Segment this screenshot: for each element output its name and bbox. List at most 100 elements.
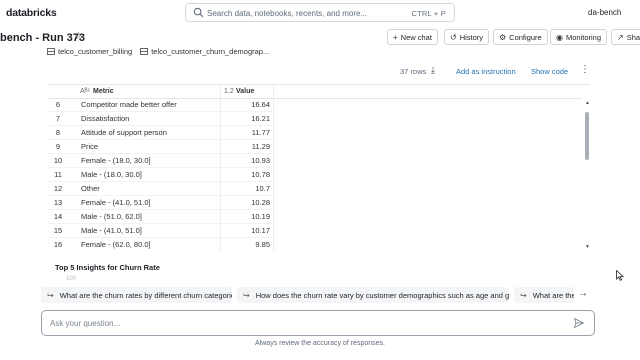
search-shortcut: CTRL + P [411,9,446,18]
row-index: 12 [53,184,63,193]
share-icon: ↗ [617,32,624,42]
row-index: 16 [53,240,63,249]
text-type-icon: Aᴮᶜ [80,88,91,95]
reply-arrow-icon: ↪ [243,290,250,300]
column-divider [273,85,274,251]
workspace-user-menu[interactable]: da-bench [588,8,621,17]
metric-cell: Dissatisfaction [81,114,130,123]
monitoring-label: Monitoring [565,32,602,42]
history-icon: ↺ [450,32,457,42]
table-header: Aᴮᶜ Metric 1.2 Value [47,85,582,99]
row-index: 8 [55,128,61,137]
global-search[interactable]: Search data, notebooks, recents, and mor… [185,3,455,22]
value-cell: 10.28 [251,198,270,207]
search-placeholder: Search data, notebooks, recents, and mor… [207,9,368,18]
mouse-cursor-icon [616,270,624,281]
row-index: 7 [55,114,61,123]
metric-cell: Other [81,184,100,193]
metric-cell: Female - (18.0, 30.0] [81,156,151,165]
ask-question-input[interactable] [50,317,550,330]
table-icon [47,48,55,55]
row-index: 9 [55,142,61,151]
databricks-logo[interactable]: databricks [6,7,57,19]
table-row[interactable]: 6 Competitor made better offer 16.64 [47,98,273,112]
table-row[interactable]: 8 Attitude of support person 11.77 [47,126,273,140]
configure-button[interactable]: ⚙ Configure [493,29,548,45]
value-cell: 10.78 [251,170,270,179]
search-icon [193,7,204,18]
row-index: 15 [53,226,63,235]
row-index: 10 [53,156,63,165]
configure-label: Configure [509,32,542,42]
send-icon[interactable] [573,317,585,329]
scroll-up-icon[interactable]: ▲ [585,100,590,106]
suggestion-label: What are the churn rates by different ch… [59,290,232,300]
table-row[interactable]: 9 Price 11.29 [47,140,273,154]
value-cell: 10.7 [255,184,270,193]
insights-title: Top 5 Insights for Churn Rate [55,263,160,272]
metric-cell: Female - (62.0, 80.0] [81,240,151,249]
metric-cell: Male - (18.0, 30.0] [81,170,142,179]
row-index: 11 [54,170,62,179]
table-row[interactable]: 7 Dissatisfaction 16.21 [47,112,273,126]
download-icon[interactable]: ⤓ [431,65,435,76]
reply-arrow-icon: ↪ [520,290,527,300]
table-chip-label: telco_customer_churn_demograp... [151,47,270,56]
suggestion-demographics[interactable]: ↪ How does the churn rate vary by custom… [237,287,509,303]
ask-question-box [41,310,595,336]
table-row[interactable]: 10 Female - (18.0, 30.0] 10.93 [47,154,273,168]
top-bar: databricks Search data, notebooks, recen… [0,0,640,26]
history-label: History [459,32,484,42]
value-cell: 10.93 [251,156,270,165]
value-cell: 16.64 [251,100,270,109]
gear-icon: ⚙ [499,32,507,42]
metric-cell: Attitude of support person [81,128,167,137]
suggestion-label: How does the churn rate vary by customer… [255,290,509,300]
metric-cell: Female - (41.0, 51.0] [81,198,151,207]
column-header-value[interactable]: Value [236,88,254,95]
share-button[interactable]: ↗ Sha [611,29,640,45]
table-row[interactable]: 16 Female - (62.0, 80.0] 9.85 [47,238,273,251]
value-cell: 9.85 [255,240,270,249]
metric-cell: Male - (51.0, 62.0] [81,212,142,221]
table-row[interactable]: 15 Male - (41.0, 51.0] 10.17 [47,224,273,238]
table-chips: telco_customer_billing telco_customer_ch… [47,47,269,56]
add-as-instruction-link[interactable]: Add as instruction [456,67,516,76]
value-cell: 10.17 [251,226,270,235]
scrollbar-thumb[interactable] [585,112,589,160]
table-chip-churn-demographics[interactable]: telco_customer_churn_demograp... [140,47,269,56]
suggestion-churn-categories[interactable]: ↪ What are the churn rates by different … [41,287,232,303]
value-cell: 11.29 [251,142,270,151]
value-cell: 16.21 [251,114,270,123]
table-row[interactable]: 13 Female - (41.0, 51.0] 10.28 [47,196,273,210]
new-chat-label: New chat [400,32,432,42]
show-code-link[interactable]: Show code [531,67,568,76]
history-button[interactable]: ↺ History [444,29,490,45]
arrow-right-icon[interactable]: → [578,288,588,299]
page-title: bench - Run 373 [0,32,85,44]
accuracy-disclaimer: Always review the accuracy of responses. [255,340,385,347]
monitoring-button[interactable]: ◉ Monitoring [550,29,608,45]
table-scrollbar[interactable]: ▲ ▼ [585,98,590,250]
suggestion-label: What are the [532,290,574,300]
metric-cell: Competitor made better offer [81,100,177,109]
row-count: 37 rows [400,67,427,76]
new-chat-button[interactable]: + New chat [387,29,438,45]
column-header-metric[interactable]: Metric [93,88,114,95]
row-index: 6 [55,100,61,109]
reply-arrow-icon: ↪ [47,290,54,300]
more-options-icon[interactable]: ⋮ [580,64,590,75]
suggestion-more[interactable]: ↪ What are the [514,287,574,303]
star-icon[interactable]: ☆ [74,31,83,42]
metric-cell: Price [81,142,99,151]
share-label: Sha [626,32,640,42]
table-chip-billing[interactable]: telco_customer_billing [47,47,132,56]
table-row[interactable]: 11 Male - (18.0, 30.0] 10.78 [47,168,273,182]
value-cell: 10.19 [251,212,270,221]
table-row[interactable]: 12 Other 10.7 [47,182,273,196]
results-table: Aᴮᶜ Metric 1.2 Value 6 Competitor made be… [47,84,590,251]
row-index: 13 [53,198,63,207]
table-icon [140,48,149,55]
scroll-down-icon[interactable]: ▼ [585,244,590,250]
table-row[interactable]: 14 Male - (51.0, 62.0] 10.19 [47,210,273,224]
